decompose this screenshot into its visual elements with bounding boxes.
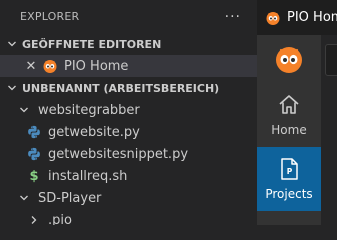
svg-text:P: P (287, 167, 293, 176)
pio-nav-projects-label: Projects (265, 187, 313, 201)
chevron-down-icon (16, 102, 32, 118)
tree-file-getwebsite[interactable]: getwebsite.py (0, 121, 257, 143)
tree-folder-pio[interactable]: .pio (0, 209, 257, 225)
pio-nav-home-label: Home (271, 123, 307, 137)
pio-home-sidebar: Home P Projects (257, 35, 321, 225)
project-file-icon: P (281, 158, 298, 180)
tree-item-label: websitegrabber (38, 102, 140, 118)
python-icon (26, 146, 42, 162)
editor-area: PIO Home Home P Projects (257, 0, 337, 225)
platformio-icon (42, 58, 58, 74)
tree-folder-sd-player[interactable]: SD-Player (0, 187, 257, 209)
tree-folder-websitegrabber[interactable]: websitegrabber (0, 99, 257, 121)
workspace-title: UNBENANNT (ARBEITSBEREICH) (22, 81, 220, 95)
chevron-down-icon (4, 36, 20, 52)
tree-item-label: .pio (48, 212, 72, 226)
tree-file-getwebsitesnippet[interactable]: getwebsitesnippet.py (0, 143, 257, 165)
open-editors-title: GEÖFFNETE EDITOREN (22, 37, 162, 51)
more-actions-icon[interactable]: ··· (225, 9, 241, 25)
workspace-section[interactable]: UNBENANNT (ARBEITSBEREICH) (0, 77, 257, 99)
tab-pio-home[interactable]: PIO Home (257, 0, 337, 35)
chevron-down-icon (4, 80, 20, 96)
tree-item-label: getwebsite.py (48, 124, 140, 140)
tree-item-label: getwebsitesnippet.py (48, 146, 189, 162)
explorer-title: EXPLORER (20, 10, 80, 23)
platformio-logo-icon (273, 43, 305, 75)
tab-label: PIO Home (287, 10, 337, 25)
pio-content-toolbar (325, 44, 337, 76)
pio-home-content (321, 35, 337, 225)
tree-item-label: SD-Player (38, 190, 102, 206)
chevron-down-icon (16, 190, 32, 206)
platformio-icon (265, 10, 281, 26)
tree-item-label: installreq.sh (48, 168, 128, 184)
explorer-header: EXPLORER ··· (0, 0, 257, 33)
explorer-panel: EXPLORER ··· GEÖFFNETE EDITOREN ✕ PIO Ho… (0, 0, 257, 225)
python-icon (26, 124, 42, 140)
tree-file-installreq[interactable]: $ installreq.sh (0, 165, 257, 187)
pio-logo (257, 35, 321, 83)
close-icon[interactable]: ✕ (24, 59, 38, 74)
pio-nav-projects[interactable]: P Projects (257, 147, 321, 211)
open-editor-item[interactable]: ✕ PIO Home (0, 55, 257, 77)
chevron-right-icon (26, 212, 42, 225)
open-editor-label: PIO Home (64, 58, 129, 74)
shell-script-icon: $ (29, 168, 39, 184)
pio-nav-home[interactable]: Home (257, 83, 321, 147)
home-icon (279, 95, 299, 114)
open-editors-section[interactable]: GEÖFFNETE EDITOREN (0, 33, 257, 55)
